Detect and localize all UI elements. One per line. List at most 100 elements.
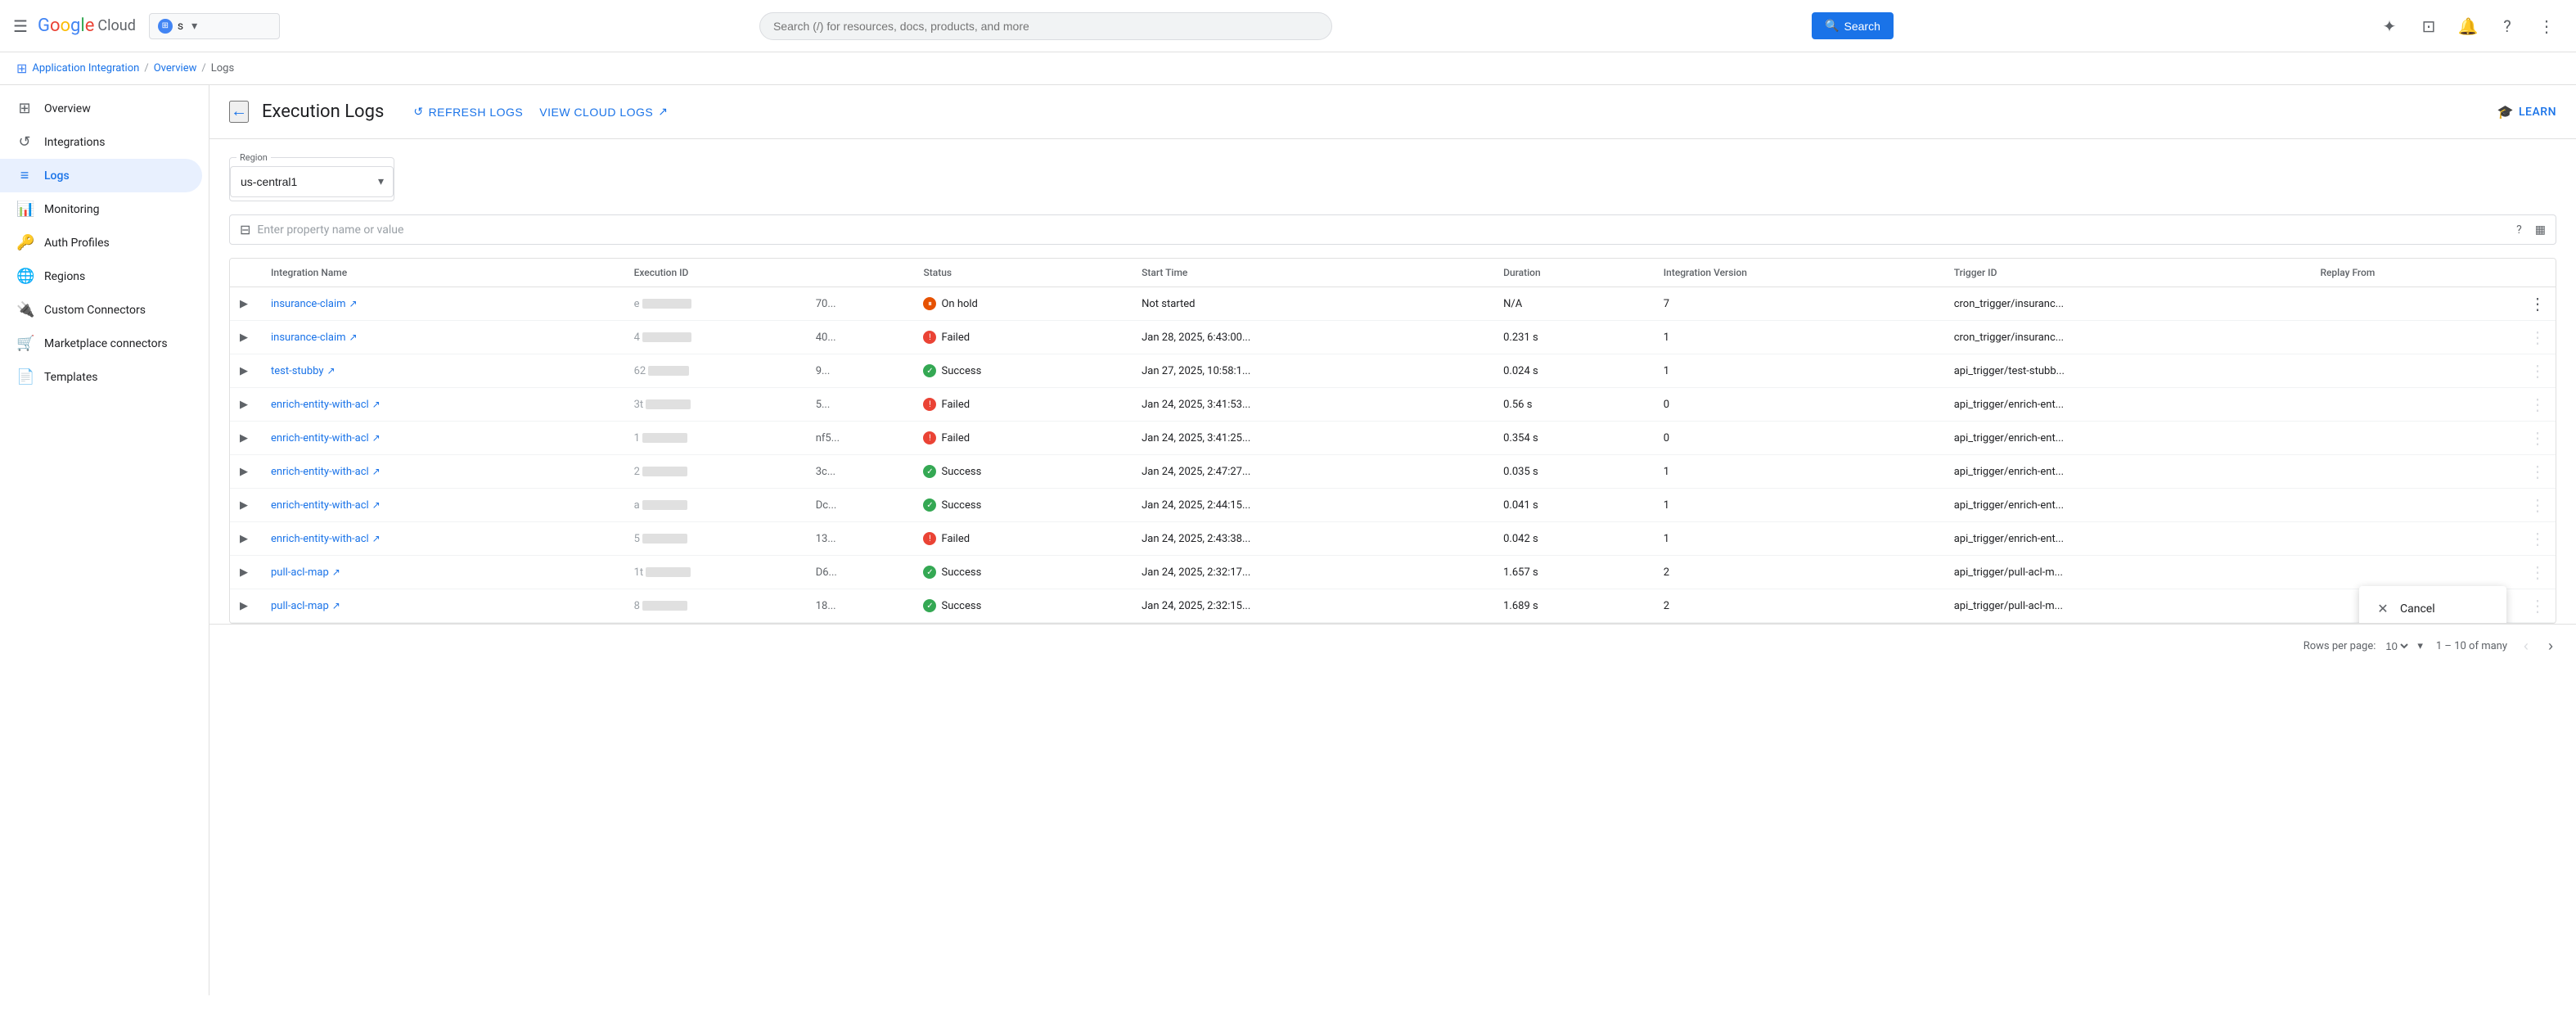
row-expand[interactable]: ▶: [230, 522, 261, 556]
back-button[interactable]: ←: [229, 101, 249, 123]
page-info: 1 – 10 of many: [2436, 640, 2507, 652]
prev-page-button[interactable]: ‹: [2520, 634, 2532, 658]
row-expand[interactable]: ▶: [230, 556, 261, 589]
columns-icon[interactable]: ▦: [2535, 223, 2546, 237]
breadcrumb-overview[interactable]: Overview: [154, 62, 197, 74]
status-icon: ✓: [923, 364, 936, 377]
gemini-icon[interactable]: ✦: [2373, 10, 2406, 43]
row-more-button[interactable]: ⋮: [2529, 428, 2546, 448]
row-exec-id-part2: 13...: [814, 522, 914, 556]
row-version: 2: [1654, 556, 1944, 589]
region-select[interactable]: us-central1: [230, 166, 394, 197]
project-selector[interactable]: ⊞ s ▾: [149, 13, 280, 39]
row-expand[interactable]: ▶: [230, 287, 261, 321]
row-actions[interactable]: ⋮: [2520, 556, 2556, 589]
status-text: Success: [941, 566, 981, 579]
row-expand[interactable]: ▶: [230, 354, 261, 388]
search-button[interactable]: 🔍 Search: [1812, 12, 1894, 39]
row-status: ! Failed: [913, 388, 1132, 422]
view-cloud-logs-button[interactable]: VIEW CLOUD LOGS ↗: [536, 98, 671, 125]
row-start-time: Jan 24, 2025, 2:44:15...: [1132, 489, 1493, 522]
more-options-icon[interactable]: ⋮: [2530, 10, 2563, 43]
row-exec-id-part1: 1: [624, 422, 814, 455]
row-actions[interactable]: ⋮: [2520, 422, 2556, 455]
row-integration-name: pull-acl-map↗: [261, 556, 624, 589]
status-icon: ✓: [923, 599, 936, 612]
breadcrumb-logs: Logs: [211, 62, 234, 74]
sidebar-item-integrations[interactable]: ↺ Integrations: [0, 125, 202, 159]
row-more-button[interactable]: ⋮: [2529, 495, 2546, 515]
overview-icon: ⊞: [16, 100, 33, 117]
row-actions[interactable]: ⋮: [2520, 489, 2556, 522]
region-label: Region: [236, 152, 271, 163]
status-icon: !: [923, 532, 936, 545]
row-expand[interactable]: ▶: [230, 321, 261, 354]
row-actions[interactable]: ⋮: [2520, 589, 2556, 623]
sidebar-item-marketplace[interactable]: 🛒 Marketplace connectors: [0, 327, 202, 360]
sidebar-item-logs[interactable]: ≡ Logs: [0, 159, 202, 192]
status-text: Success: [941, 499, 981, 512]
row-actions[interactable]: ⋮: [2520, 522, 2556, 556]
cloud-shell-icon[interactable]: ⊡: [2412, 10, 2445, 43]
table-row: ▶ insurance-claim↗ 4 40... ! Failed Jan …: [230, 321, 2556, 354]
row-actions[interactable]: ⋮: [2520, 388, 2556, 422]
sidebar: ⊞ Overview ↺ Integrations ≡ Logs 📊 Monit…: [0, 85, 209, 995]
external-icon: ↗: [372, 399, 381, 410]
row-actions[interactable]: ⋮: [2520, 321, 2556, 354]
learn-button[interactable]: 🎓 LEARN: [2497, 104, 2556, 120]
row-expand[interactable]: ▶: [230, 455, 261, 489]
sidebar-item-monitoring[interactable]: 📊 Monitoring: [0, 192, 202, 226]
help-icon[interactable]: ?: [2491, 10, 2524, 43]
row-exec-id-part1: 1t: [624, 556, 814, 589]
project-dropdown-icon: ▾: [191, 20, 197, 33]
row-expand[interactable]: ▶: [230, 422, 261, 455]
sidebar-item-templates[interactable]: 📄 Templates: [0, 360, 202, 394]
refresh-logs-button[interactable]: ↺ REFRESH LOGS: [410, 98, 526, 125]
sidebar-item-regions[interactable]: 🌐 Regions: [0, 259, 202, 293]
row-replay-from: [2310, 422, 2520, 455]
row-expand[interactable]: ▶: [230, 489, 261, 522]
row-trigger-id: api_trigger/enrich-ent...: [1944, 455, 2311, 489]
row-exec-id-part1: e: [624, 287, 814, 321]
row-actions[interactable]: ⋮: [2520, 455, 2556, 489]
row-more-button[interactable]: ⋮: [2529, 562, 2546, 582]
col-integration-name: Integration Name: [261, 259, 624, 287]
row-integration-name: insurance-claim↗: [261, 321, 624, 354]
row-more-button[interactable]: ⋮: [2529, 327, 2546, 347]
filter-bar[interactable]: ⊟ Enter property name or value ? ▦: [229, 214, 2556, 245]
search-input[interactable]: [773, 20, 1318, 33]
hamburger-icon[interactable]: ☰: [13, 16, 28, 36]
sidebar-item-custom-connectors[interactable]: 🔌 Custom Connectors: [0, 293, 202, 327]
row-actions[interactable]: ⋮: [2520, 354, 2556, 388]
row-more-button[interactable]: ⋮: [2529, 596, 2546, 616]
row-actions[interactable]: ⋮: [2520, 287, 2556, 321]
notifications-icon[interactable]: 🔔: [2452, 10, 2484, 43]
row-more-button[interactable]: ⋮: [2529, 294, 2546, 314]
global-search-bar[interactable]: [759, 12, 1332, 40]
row-duration: N/A: [1493, 287, 1654, 321]
rows-per-page-select[interactable]: 10 25 50: [2382, 639, 2411, 653]
sidebar-item-overview[interactable]: ⊞ Overview: [0, 92, 202, 125]
integration-icon: ⊞: [16, 61, 27, 76]
sidebar-item-auth-profiles[interactable]: 🔑 Auth Profiles: [0, 226, 202, 259]
filter-help-icon[interactable]: ?: [2516, 223, 2522, 237]
context-menu-item[interactable]: ✕ Cancel: [2359, 593, 2506, 624]
row-more-button[interactable]: ⋮: [2529, 361, 2546, 381]
next-page-button[interactable]: ›: [2545, 634, 2556, 658]
external-icon: ↗: [372, 432, 381, 444]
filter-input[interactable]: Enter property name or value: [257, 223, 2510, 237]
breadcrumb-app-integration[interactable]: Application Integration: [32, 62, 139, 74]
row-more-button[interactable]: ⋮: [2529, 529, 2546, 548]
row-integration-name: pull-acl-map↗: [261, 589, 624, 623]
table-row: ▶ enrich-entity-with-acl↗ 2 3c... ✓ Succ…: [230, 455, 2556, 489]
external-icon: ↗: [372, 499, 381, 511]
row-more-button[interactable]: ⋮: [2529, 462, 2546, 481]
row-start-time: Jan 24, 2025, 2:43:38...: [1132, 522, 1493, 556]
row-more-button[interactable]: ⋮: [2529, 395, 2546, 414]
row-start-time: Jan 28, 2025, 6:43:00...: [1132, 321, 1493, 354]
row-expand[interactable]: ▶: [230, 388, 261, 422]
external-icon: ↗: [332, 600, 340, 611]
row-expand[interactable]: ▶: [230, 589, 261, 623]
col-expand: [230, 259, 261, 287]
pagination: Rows per page: 10 25 50 ▾ 1 – 10 of many…: [209, 624, 2576, 668]
